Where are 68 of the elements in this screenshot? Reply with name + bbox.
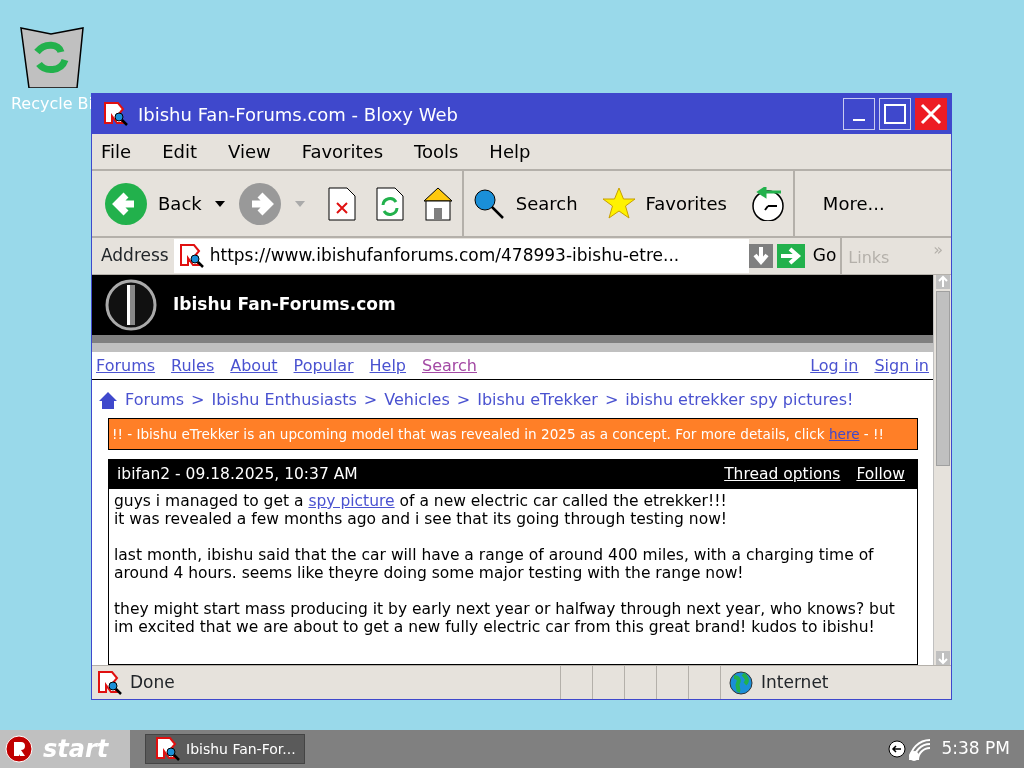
house-icon	[421, 186, 454, 221]
post-paragraph: they might start mass producing it by early next year or halfway through next year, who knows? but im excited that we are about to get a new fully electric car from this great brand! kudos to ibishu!	[114, 600, 896, 636]
menu-item[interactable]: File	[92, 138, 141, 165]
breadcrumb-link[interactable]: Vehicles	[384, 387, 450, 412]
minimize-icon	[853, 119, 865, 121]
maximize-icon	[884, 104, 906, 124]
clock: 5:38 PM	[941, 737, 1010, 761]
page-logo-icon	[177, 243, 204, 269]
nav-link[interactable]: Popular	[293, 355, 354, 375]
house-icon	[98, 390, 118, 409]
nav-link[interactable]: Help	[369, 355, 407, 375]
nav-link[interactable]: Forums	[96, 355, 156, 375]
address-field[interactable]: https://www.ibishufanforums.com/478993-ibishu-etre...	[173, 239, 749, 273]
more-button[interactable]: More...	[818, 190, 889, 217]
close-button[interactable]	[915, 98, 947, 130]
app-logo-icon	[102, 101, 128, 127]
go-button[interactable]: Go	[772, 243, 841, 269]
taskbar-button[interactable]: Ibishu Fan-For...	[145, 734, 305, 764]
status-text: Done	[130, 670, 175, 694]
breadcrumb-separator: >	[191, 388, 205, 411]
star-icon	[601, 186, 636, 221]
page-arrows-icon	[373, 186, 406, 221]
breadcrumb-separator: >	[456, 388, 471, 411]
post-link[interactable]: spy picture	[308, 492, 395, 510]
nav-link[interactable]: About	[230, 355, 278, 375]
menu-item[interactable]: Edit	[153, 138, 206, 165]
favorites-button[interactable]: Favorites	[597, 186, 731, 221]
magnifier-icon	[471, 186, 506, 221]
post-option-link[interactable]: Thread options	[724, 464, 841, 483]
breadcrumb-link[interactable]: ibishu etrekker spy pictures!	[625, 387, 854, 412]
page-logo-icon	[96, 669, 122, 696]
breadcrumb-link[interactable]: Forums	[125, 387, 185, 412]
nav-link[interactable]: Search	[422, 355, 477, 375]
post-paragraph: last month, ibishu said that the car will have a range of around 400 miles, with a charging time of around 4 hours. seems like theyre doing some major testing with the range now!	[114, 546, 875, 582]
maximize-button[interactable]	[879, 98, 911, 130]
nav-link[interactable]: Log in	[810, 355, 859, 375]
site-title: Ibishu Fan-Forums.com	[173, 293, 396, 317]
r-logo-icon	[5, 735, 33, 763]
recycle-bin-icon	[19, 26, 85, 88]
page-x-icon	[325, 186, 358, 221]
breadcrumb-link[interactable]: Ibishu eTrekker	[477, 387, 598, 412]
post-author-date: ibifan2 - 09.18.2025, 10:37 AM	[117, 463, 358, 485]
status-zone: Internet	[761, 670, 829, 694]
scrollbar[interactable]	[933, 275, 951, 665]
app-logo-icon	[154, 736, 180, 762]
breadcrumb-separator: >	[363, 388, 378, 411]
post-option-link[interactable]: Follow	[856, 464, 905, 483]
close-icon	[920, 103, 942, 125]
breadcrumb-link[interactable]: Ibishu Enthusiasts	[211, 387, 357, 412]
nav-link[interactable]: Sign in	[874, 355, 929, 375]
breadcrumb-separator: >	[604, 388, 619, 411]
address-label: Address	[100, 244, 170, 268]
menu-item[interactable]: View	[219, 138, 280, 165]
menu-item[interactable]: Tools	[405, 138, 468, 165]
scroll-thumb[interactable]	[935, 291, 950, 466]
notice-banner: !! - Ibishu eTrekker is an upcoming model that was revealed in 2025 as a concept. For more details, click here - !!	[108, 417, 918, 450]
post-paragraph: guys i managed to get a spy picture of a new electric car called the etrekker!!! it was revealed a few months ago and i see that its going through testing now!	[114, 492, 729, 528]
back-button[interactable]: Back	[100, 181, 206, 226]
menu-item[interactable]: Favorites	[292, 138, 392, 165]
search-button[interactable]: Search	[467, 186, 582, 221]
clock-icon	[750, 186, 785, 221]
nav-link[interactable]: Rules	[171, 355, 215, 375]
window-title: Ibishu Fan-Forums.com - Bloxy Web	[138, 102, 459, 127]
globe-icon	[729, 670, 753, 695]
caret-icon[interactable]	[213, 199, 226, 208]
menu-item[interactable]: Help	[480, 138, 540, 165]
minimize-button[interactable]	[843, 98, 875, 130]
site-logo-icon	[105, 278, 157, 331]
